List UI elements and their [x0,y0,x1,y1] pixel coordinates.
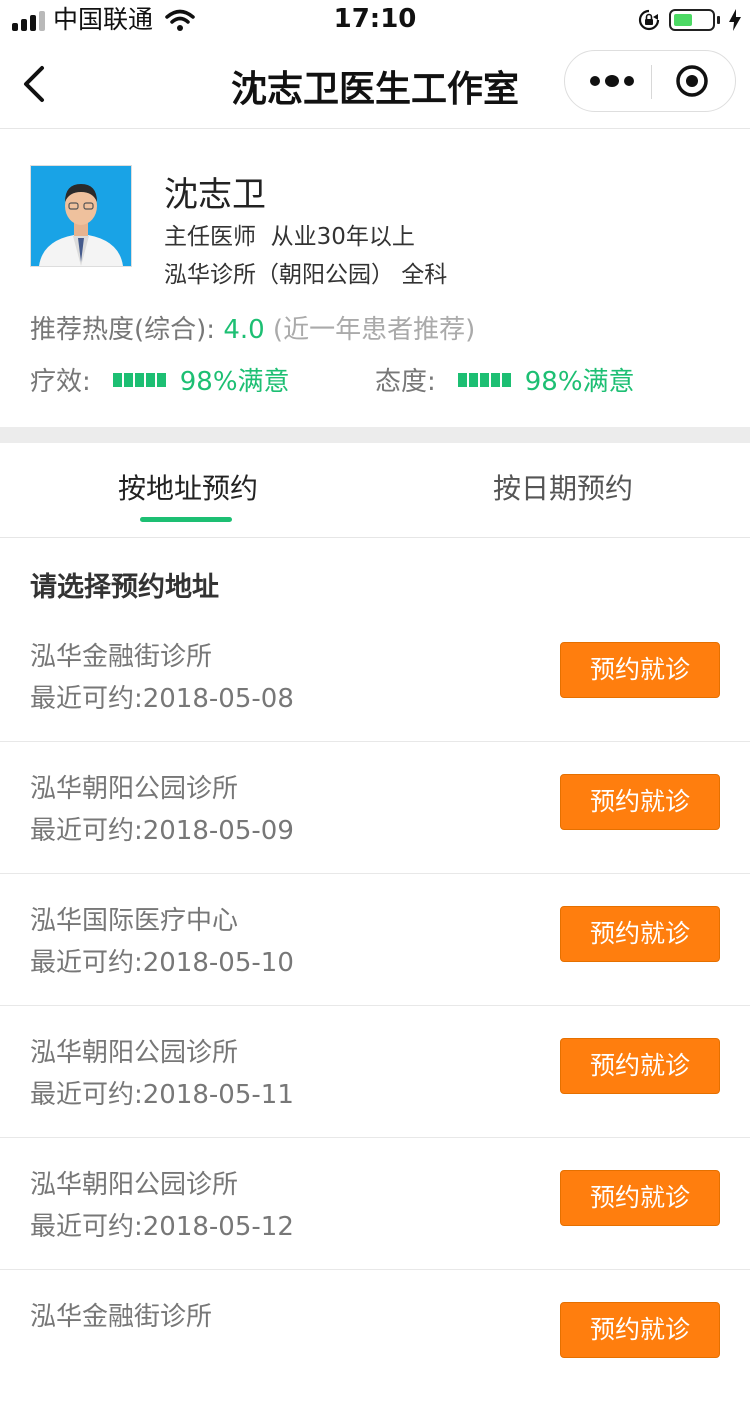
book-appointment-button[interactable]: 预约就诊 [560,642,720,698]
miniprogram-capsule [564,50,736,112]
tab-by-date[interactable]: 按日期预约 [493,467,633,507]
section-title: 请选择预约地址 [30,572,219,603]
attitude-bar-icon [457,372,511,387]
battery-icon [669,9,715,31]
status-bar: 中国联通 17:10 [0,0,750,40]
more-dots-icon[interactable] [589,71,635,91]
clinic-name: 泓华金融街诊所 [30,1302,213,1332]
book-appointment-button[interactable]: 预约就诊 [560,1038,720,1094]
doctor-title-experience: 主任医师 从业30年以上 [164,224,415,250]
close-miniprogram-icon[interactable] [675,64,709,98]
earliest-date: 最近可约:2018-05-12 [30,1212,294,1242]
attitude-percent: 98%满意 [524,367,635,397]
attitude-label: 态度: [375,367,436,397]
earliest-date: 最近可约:2018-05-11 [30,1080,294,1110]
efficacy-bar-icon [112,372,166,387]
list-item: 泓华朝阳公园诊所 最近可约:2018-05-12 预约就诊 [0,1138,750,1270]
rec-note: (近一年患者推荐) [264,315,476,345]
book-appointment-button[interactable]: 预约就诊 [560,906,720,962]
list-item: 泓华朝阳公园诊所 最近可约:2018-05-11 预约就诊 [0,1006,750,1138]
earliest-date: 最近可约:2018-05-10 [30,948,294,978]
doctor-clinic-department: 泓华诊所（朝阳公园） 全科 [164,262,448,288]
efficacy-label: 疗效: [30,367,91,397]
recommendation-rating: 推荐热度(综合): 4.0 (近一年患者推荐) [30,309,475,346]
rec-score: 4.0 [223,315,265,345]
book-appointment-button[interactable]: 预约就诊 [560,1170,720,1226]
charging-bolt-icon [729,9,741,31]
book-appointment-button[interactable]: 预约就诊 [560,1302,720,1358]
section-divider [0,427,750,443]
active-tab-indicator [140,517,232,522]
doctor-card: 沈志卫 主任医师 从业30年以上 泓华诊所（朝阳公园） 全科 推荐热度(综合):… [0,129,750,427]
capsule-divider [651,65,652,99]
clinic-name: 泓华金融街诊所 [30,642,213,672]
earliest-date: 最近可约:2018-05-09 [30,816,294,846]
battery-cap [717,16,720,24]
location-list: 泓华金融街诊所 最近可约:2018-05-08 预约就诊 泓华朝阳公园诊所 最近… [0,610,750,1401]
list-item: 泓华金融街诊所 预约就诊 [0,1270,750,1401]
list-item: 泓华国际医疗中心 最近可约:2018-05-10 预约就诊 [0,874,750,1006]
doctor-name: 沈志卫 [164,175,266,215]
tab-by-address[interactable]: 按地址预约 [118,467,258,507]
earliest-date: 最近可约:2018-05-08 [30,684,294,714]
rotation-lock-icon [638,9,660,31]
efficacy-rating: 疗效: 98%满意 [30,361,290,398]
booking-tabs: 按地址预约 按日期预约 [0,443,750,538]
clinic-name: 泓华国际医疗中心 [30,906,239,936]
nav-bar: 沈志卫医生工作室 [0,40,750,129]
clinic-name: 泓华朝阳公园诊所 [30,774,239,804]
list-item: 泓华朝阳公园诊所 最近可约:2018-05-09 预约就诊 [0,742,750,874]
rec-label: 推荐热度(综合): [30,315,224,345]
doctor-avatar [30,165,132,267]
clinic-name: 泓华朝阳公园诊所 [30,1170,239,1200]
efficacy-percent: 98%满意 [179,367,290,397]
list-item: 泓华金融街诊所 最近可约:2018-05-08 预约就诊 [0,610,750,742]
status-right [637,8,742,32]
book-appointment-button[interactable]: 预约就诊 [560,774,720,830]
attitude-rating: 态度: 98%满意 [375,361,635,398]
clinic-name: 泓华朝阳公园诊所 [30,1038,239,1068]
